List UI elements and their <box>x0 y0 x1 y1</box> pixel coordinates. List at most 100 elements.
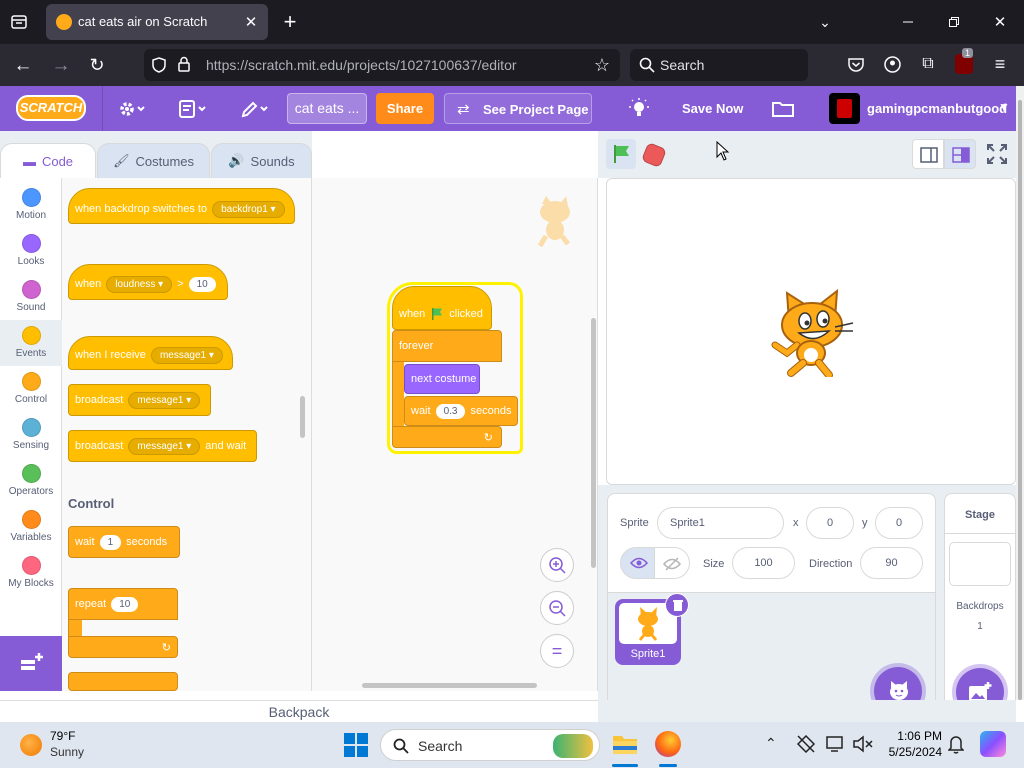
account-chevron-down-icon[interactable]: ▼ <box>998 100 1010 114</box>
close-tab-icon[interactable]: ✕ <box>242 13 260 31</box>
browser-tab[interactable]: cat eats air on Scratch ✕ <box>46 4 268 40</box>
clock-time[interactable]: 1:06 PM <box>884 729 942 743</box>
block-wait[interactable]: wait 0.3 seconds <box>404 396 518 426</box>
backdrop-thumbnail[interactable] <box>949 542 1011 586</box>
file-menu-icon[interactable] <box>178 99 208 124</box>
minimize-icon[interactable] <box>898 12 918 32</box>
menu-hamburger-icon[interactable]: ≡ <box>990 54 1010 74</box>
block-when-loudness[interactable]: when loudness ▾ > 10 <box>68 264 228 300</box>
firefox-icon[interactable] <box>655 731 681 757</box>
block-forever-partial[interactable] <box>68 672 178 691</box>
backpack-bar[interactable]: Backpack <box>0 700 598 722</box>
category-looks[interactable]: Looks <box>0 228 62 274</box>
category-operators[interactable]: Operators <box>0 458 62 504</box>
shield-icon[interactable] <box>152 57 166 78</box>
y-position-input[interactable]: 0 <box>875 507 923 539</box>
tab-overview-icon[interactable] <box>6 12 32 32</box>
network-disconnected-icon[interactable] <box>796 734 816 758</box>
list-tabs-chevron-icon[interactable]: ⌄ <box>815 12 835 32</box>
category-variables[interactable]: Variables <box>0 504 62 550</box>
zoom-out-button[interactable] <box>540 591 574 625</box>
block-when-i-receive[interactable]: when I receive message1 ▾ <box>68 336 233 370</box>
block-when-flag-clicked[interactable]: when clicked <box>392 286 492 330</box>
zoom-reset-button[interactable]: = <box>540 634 574 668</box>
block-broadcast[interactable]: broadcast message1 ▾ <box>68 384 211 416</box>
large-stage-button[interactable] <box>944 139 976 169</box>
x-position-input[interactable]: 0 <box>806 507 854 539</box>
pocket-icon[interactable] <box>846 54 866 74</box>
block-when-backdrop-switches[interactable]: when backdrop switches to backdrop1 ▾ <box>68 188 295 224</box>
notification-bell-icon[interactable] <box>947 734 965 759</box>
hide-sprite-button[interactable] <box>655 547 690 579</box>
message-dropdown[interactable]: message1 ▾ <box>150 346 223 364</box>
clock-date[interactable]: 5/25/2024 <box>884 745 942 759</box>
workspace-vertical-scrollbar[interactable] <box>591 318 596 568</box>
message-dropdown[interactable]: message1 ▾ <box>128 437 201 455</box>
wait-value-input[interactable]: 1 <box>99 534 122 550</box>
extensions-puzzle-icon[interactable]: ⧉ <box>918 54 938 74</box>
theme-lightbulb-icon[interactable] <box>629 98 649 125</box>
block-wait-seconds[interactable]: wait 1 seconds <box>68 526 180 558</box>
fullscreen-icon[interactable] <box>986 143 1008 170</box>
restore-icon[interactable] <box>944 12 964 32</box>
backdrop-dropdown[interactable]: backdrop1 ▾ <box>212 200 285 218</box>
category-motion[interactable]: Motion <box>0 182 62 228</box>
windows-start-icon[interactable] <box>344 733 368 762</box>
username[interactable]: gamingpcmanbutgood <box>867 101 1007 116</box>
size-input[interactable]: 100 <box>732 547 795 579</box>
taskbar-search-box[interactable]: Search <box>380 729 600 761</box>
tab-code[interactable]: ▬ Code <box>0 143 96 178</box>
sprite-tile[interactable]: Sprite1 <box>615 593 689 665</box>
volume-muted-icon[interactable] <box>853 735 873 758</box>
category-my-blocks[interactable]: My Blocks <box>0 550 62 596</box>
stage-canvas[interactable] <box>606 178 1016 485</box>
back-arrow-icon[interactable]: ← <box>12 54 34 76</box>
url-text[interactable]: https://scratch.mit.edu/projects/1027100… <box>206 57 517 73</box>
edit-pencil-icon[interactable] <box>240 99 270 124</box>
message-dropdown[interactable]: message1 ▾ <box>128 391 201 409</box>
cat-sprite-icon[interactable] <box>767 287 855 382</box>
user-avatar[interactable] <box>829 93 860 124</box>
green-flag-button[interactable] <box>606 139 636 169</box>
page-scrollbar[interactable] <box>1016 86 1024 700</box>
copilot-icon[interactable] <box>980 731 1006 757</box>
url-bar[interactable]: https://scratch.mit.edu/projects/1027100… <box>144 49 620 81</box>
delete-sprite-button[interactable] <box>665 593 689 617</box>
workspace-horizontal-scrollbar[interactable] <box>362 683 537 688</box>
small-stage-button[interactable] <box>912 139 944 169</box>
loudness-value-input[interactable]: 10 <box>188 276 216 292</box>
bookmark-star-icon[interactable]: ☆ <box>592 55 612 75</box>
category-control[interactable]: Control <box>0 366 62 412</box>
scratch-logo[interactable]: SCRATCH <box>16 95 86 121</box>
block-next-costume[interactable]: next costume <box>404 364 480 394</box>
stop-button[interactable] <box>640 141 668 169</box>
repeat-value-input[interactable]: 10 <box>111 596 139 612</box>
close-window-icon[interactable]: ✕ <box>990 12 1010 32</box>
share-button[interactable]: Share <box>376 93 434 124</box>
category-sensing[interactable]: Sensing <box>0 412 62 458</box>
save-now-button[interactable]: Save Now <box>682 101 743 116</box>
forward-arrow-icon[interactable]: → <box>50 54 72 76</box>
new-tab-icon[interactable]: + <box>280 11 300 33</box>
ublock-icon[interactable]: 1 <box>955 48 974 74</box>
my-stuff-folder-icon[interactable] <box>772 100 794 122</box>
show-sprite-button[interactable] <box>620 547 655 579</box>
display-icon[interactable] <box>826 735 846 758</box>
block-forever[interactable]: forever <box>392 330 502 362</box>
reload-icon[interactable]: ↻ <box>86 54 108 76</box>
file-explorer-icon[interactable] <box>612 732 638 756</box>
add-extension-button[interactable] <box>0 636 62 691</box>
lock-icon[interactable] <box>178 56 190 77</box>
tab-sounds[interactable]: 🔊 Sounds <box>211 143 312 178</box>
wait-value-input[interactable]: 0.3 <box>435 403 466 419</box>
category-sound[interactable]: Sound <box>0 274 62 320</box>
block-repeat[interactable]: repeat 10 ↻ <box>68 588 178 660</box>
zoom-in-button[interactable] <box>540 548 574 582</box>
sun-weather-icon[interactable] <box>20 734 42 756</box>
browser-search-bar[interactable]: Search <box>630 49 808 81</box>
show-hidden-icons-chevron-icon[interactable]: ⌃ <box>765 735 777 752</box>
project-title-input[interactable]: cat eats ... <box>287 93 367 124</box>
block-broadcast-and-wait[interactable]: broadcast message1 ▾ and wait <box>68 430 257 462</box>
settings-gear-icon[interactable] <box>118 99 146 124</box>
weather-description[interactable]: Sunny <box>50 745 84 759</box>
